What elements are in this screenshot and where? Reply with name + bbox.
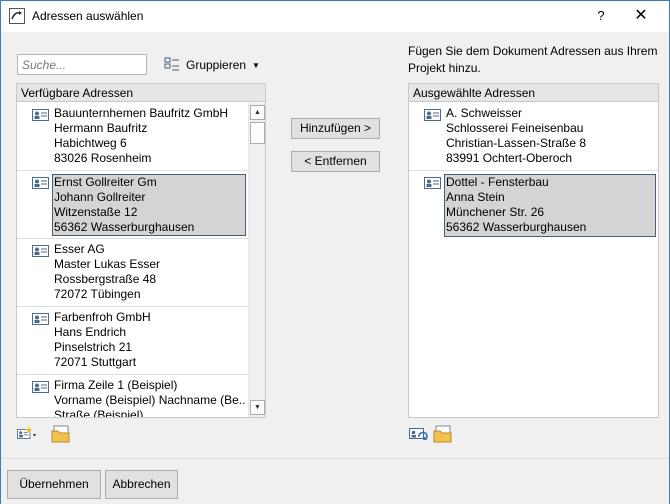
address-card-icon (424, 177, 441, 189)
address-card-icon (424, 109, 441, 121)
group-icon (164, 57, 179, 71)
address-line: Hans Endrich (54, 325, 127, 339)
chevron-down-icon: ▼ (252, 60, 260, 70)
apply-button[interactable]: Übernehmen (7, 470, 101, 499)
help-button[interactable]: ? (589, 5, 613, 27)
list-item[interactable]: Esser AG Master Lukas Esser Rossbergstra… (17, 239, 248, 307)
address-line: Habichtweg 6 (54, 136, 127, 150)
address-line: Christian-Lassen-Straße 8 (446, 136, 587, 150)
address-line: Pinselstrich 21 (54, 340, 133, 354)
address-line: 56362 Wasserburghausen (54, 220, 195, 234)
address-line: Dottel - Fensterbau (446, 175, 549, 189)
address-card-icon (32, 381, 49, 393)
address-line: 72072 Tübingen (54, 287, 141, 301)
address-line: Münchener Str. 26 (446, 205, 545, 219)
folder-icon[interactable] (433, 425, 453, 443)
remove-button[interactable]: < Entfernen (291, 151, 380, 172)
address-line: Witzenstaße 12 (54, 205, 138, 219)
selected-addresses-list[interactable]: A. Schweisser Schlosserei Feineisenbau C… (409, 103, 658, 417)
search-input[interactable] (17, 54, 147, 75)
available-addresses-header: Verfügbare Adressen (17, 84, 265, 102)
cancel-button[interactable]: Abbrechen (105, 470, 178, 499)
available-list-scrollbar[interactable]: ▲ ▼ (248, 103, 265, 417)
new-address-icon[interactable] (17, 425, 37, 443)
address-line: 83026 Rosenheim (54, 151, 152, 165)
list-item[interactable]: Firma Zeile 1 (Beispiel) Vorname (Beispi… (17, 375, 248, 417)
selected-addresses-panel: Ausgewählte Adressen A. Schweisser Schlo… (408, 83, 659, 418)
scroll-up-icon[interactable]: ▲ (250, 105, 265, 120)
window-title: Adressen auswählen (32, 9, 144, 23)
scroll-down-icon[interactable]: ▼ (250, 400, 265, 415)
address-line: Johann Gollreiter (54, 190, 146, 204)
dialog-window: Adressen auswählen ? ✕ Gruppieren ▼ Füge… (0, 0, 670, 504)
address-line: Bauunternhemen Baufritz GmbH (54, 106, 229, 120)
scroll-thumb[interactable] (250, 122, 265, 144)
available-addresses-panel: Verfügbare Adressen Bauunternhemen Baufr… (16, 83, 266, 418)
title-bar: Adressen auswählen ? ✕ (1, 1, 669, 32)
app-icon (9, 8, 25, 24)
folder-icon[interactable] (51, 425, 71, 443)
list-item-selected[interactable]: Ernst Gollreiter Gm Johann Gollreiter Wi… (17, 171, 248, 239)
address-card-icon (32, 313, 49, 325)
list-item-selected[interactable]: Dottel - Fensterbau Anna Stein Münchener… (409, 171, 658, 239)
info-text: Fügen Sie dem Dokument Adressen aus Ihre… (408, 44, 658, 75)
dialog-footer (1, 459, 669, 504)
list-item[interactable]: Bauunternhemen Baufritz GmbH Hermann Bau… (17, 103, 248, 171)
address-line: Rossbergstraße 48 (54, 272, 157, 286)
address-line: A. Schweisser (446, 106, 523, 120)
address-line: Ernst Gollreiter Gm (54, 175, 157, 189)
address-line: Farbenfroh GmbH (54, 310, 151, 324)
address-line: Esser AG (54, 242, 105, 256)
address-line: 56362 Wasserburghausen (446, 220, 587, 234)
close-button[interactable]: ✕ (629, 5, 653, 27)
address-line: Straße (Beispiel) (54, 408, 144, 417)
address-card-icon (32, 109, 49, 121)
address-line: Master Lukas Esser (54, 257, 161, 271)
address-card-icon (32, 245, 49, 257)
group-label: Gruppieren (186, 58, 247, 72)
address-line: Hermann Baufritz (54, 121, 148, 135)
address-line: Vorname (Beispiel) Nachname (Be... (54, 393, 246, 407)
available-addresses-list[interactable]: Bauunternhemen Baufritz GmbH Hermann Bau… (17, 103, 248, 417)
add-button[interactable]: Hinzufügen > (291, 118, 380, 139)
address-line: 72071 Stuttgart (54, 355, 137, 369)
address-line: 83991 Ochtert-Oberoch (446, 151, 573, 165)
refresh-address-icon[interactable] (409, 425, 429, 443)
group-button[interactable]: Gruppieren ▼ (164, 55, 260, 75)
address-line: Anna Stein (446, 190, 505, 204)
address-line: Schlosserei Feineisenbau (446, 121, 584, 135)
address-line: Firma Zeile 1 (Beispiel) (54, 378, 178, 392)
list-item[interactable]: Farbenfroh GmbH Hans Endrich Pinselstric… (17, 307, 248, 375)
address-card-icon (32, 177, 49, 189)
selected-addresses-header: Ausgewählte Adressen (409, 84, 658, 102)
list-item[interactable]: A. Schweisser Schlosserei Feineisenbau C… (409, 103, 658, 171)
